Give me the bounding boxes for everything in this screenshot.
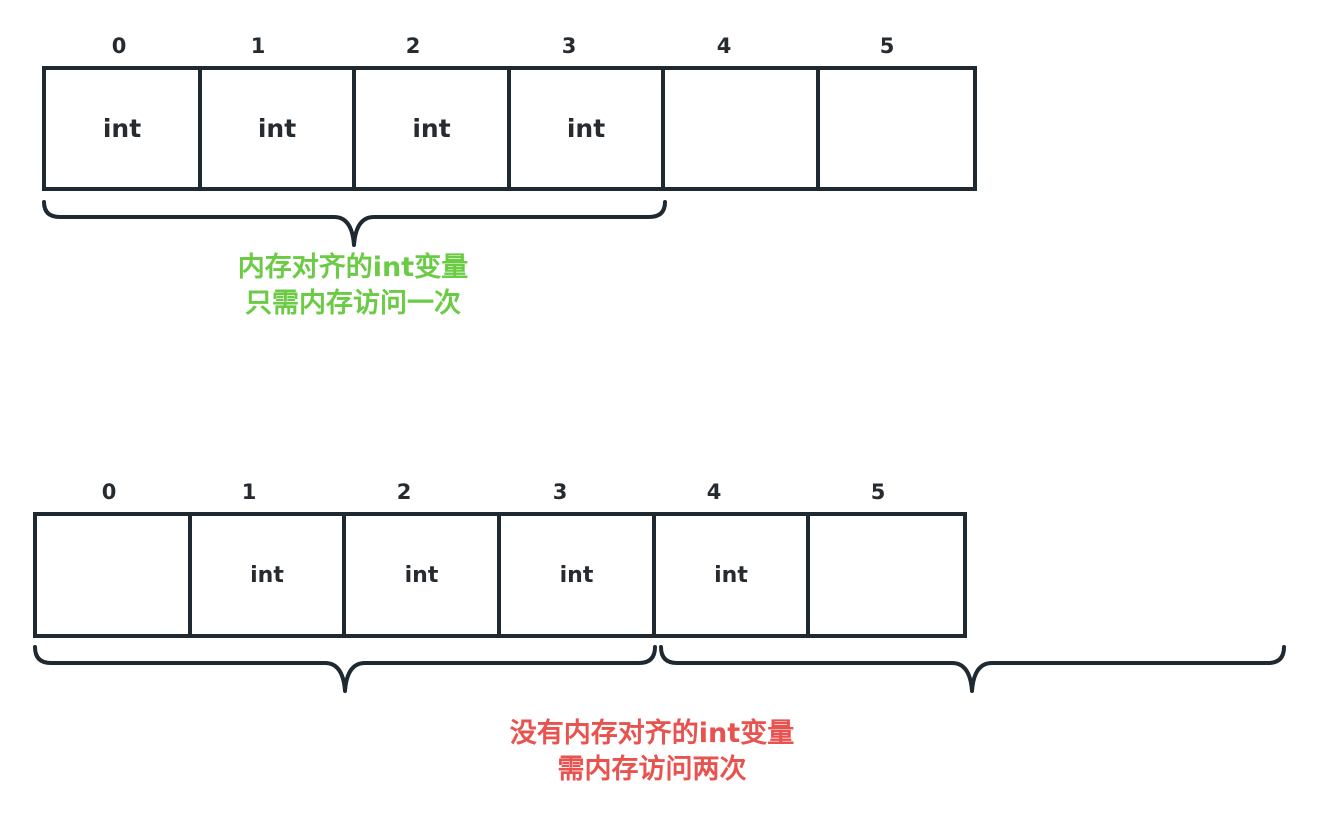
unaligned-caption-line2: 需内存访问两次 xyxy=(557,754,747,786)
unaligned-caption: 没有内存对齐的int变量 需内存访问两次 xyxy=(510,716,794,789)
unaligned-caption-line1: 没有内存对齐的int变量 xyxy=(509,718,795,749)
unaligned-brace-right xyxy=(659,645,1286,693)
